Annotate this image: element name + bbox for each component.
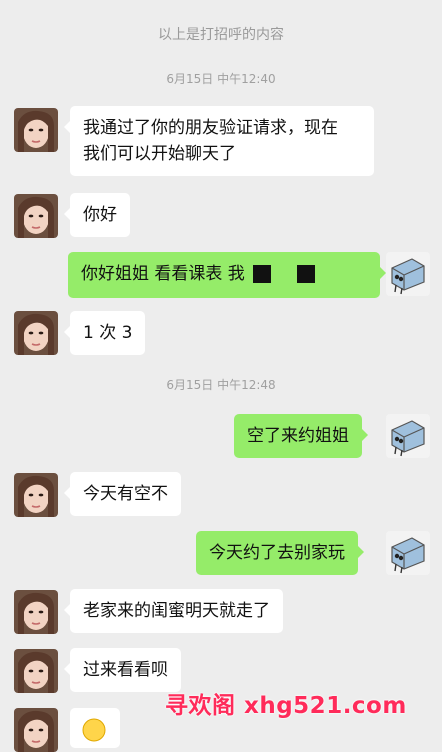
message-text: 你好姐姐 看看课表 我	[81, 264, 245, 284]
message-line: 我通过了你的朋友验证请求，现在	[83, 118, 338, 138]
my-avatar[interactable]	[386, 252, 430, 296]
message-bubble-incoming: 你好	[64, 193, 130, 237]
contact-avatar[interactable]	[14, 473, 58, 517]
contact-avatar[interactable]	[14, 708, 58, 752]
contact-avatar[interactable]	[14, 108, 58, 152]
message-bubble-outgoing: 空了来约姐姐	[234, 414, 368, 458]
watermark: 寻欢阁 xhg521.com	[165, 693, 407, 719]
contact-avatar[interactable]	[14, 194, 58, 238]
timestamp: 6月15日 中午12:48	[166, 378, 276, 392]
message-bubble-incoming: 老家来的闺蜜明天就走了	[64, 589, 283, 633]
message-bubble-outgoing: 你好姐姐 看看课表 我	[68, 252, 386, 298]
contact-avatar[interactable]	[14, 649, 58, 693]
emoji-icon	[82, 718, 106, 742]
message-bubble-incoming: 1 次 3	[63, 311, 146, 355]
message-bubble-incoming: 我通过了你的朋友验证请求，现在 我们可以开始聊天了	[64, 106, 374, 176]
redaction-block	[252, 265, 271, 283]
contact-avatar[interactable]	[14, 311, 58, 355]
contact-avatar[interactable]	[14, 590, 58, 634]
system-notice: 以上是打招呼的内容	[158, 27, 284, 43]
message-bubble-outgoing: 今天约了去别家玩	[196, 531, 364, 575]
message-bubble-incoming: 今天有空不	[64, 472, 181, 516]
my-avatar[interactable]	[386, 531, 430, 575]
emoji-sticker-bubble	[70, 708, 120, 748]
redaction-block	[296, 265, 315, 283]
timestamp: 6月15日 中午12:40	[166, 72, 276, 86]
my-avatar[interactable]	[386, 414, 430, 458]
message-line: 我们可以开始聊天了	[83, 144, 236, 164]
